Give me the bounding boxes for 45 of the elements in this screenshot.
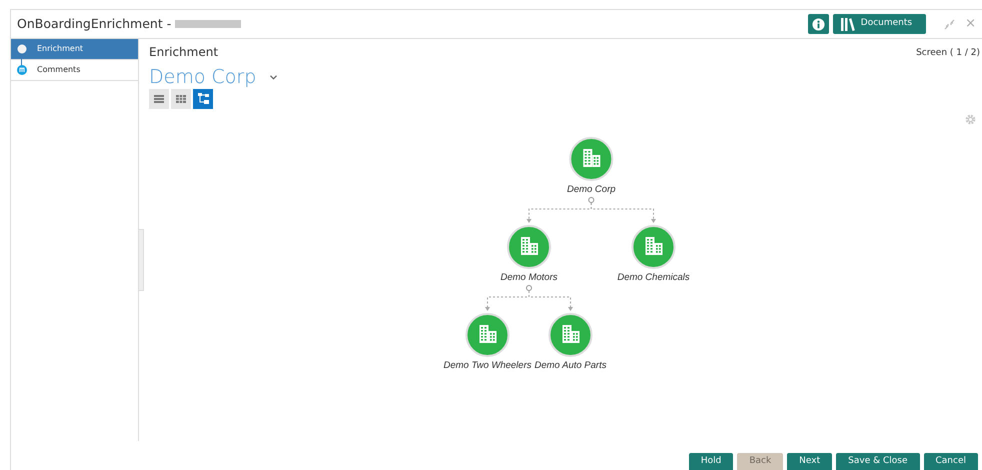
chevron-down-icon[interactable] [270, 74, 278, 80]
building-icon [583, 149, 600, 167]
entity-name: Demo Corp [149, 67, 256, 88]
footer-button[interactable]: Next [787, 453, 832, 470]
node-label: Demo Motors [500, 272, 558, 283]
library-icon [840, 18, 855, 30]
sidebar-item[interactable]: Enrichment [11, 39, 138, 60]
documents-button[interactable]: Documents [832, 14, 926, 34]
sidebar-item[interactable]: Comments [11, 60, 138, 81]
company-node[interactable] [632, 225, 676, 269]
node-label: Demo Corp [566, 184, 616, 195]
step-dot-icon [17, 44, 27, 54]
info-button[interactable] [808, 14, 829, 34]
minimize-icon[interactable] [944, 18, 956, 30]
node-label: Demo Auto Parts [534, 360, 606, 371]
view-toggle[interactable] [193, 88, 213, 109]
node-label: Demo Chemicals [617, 272, 690, 283]
list-icon [154, 94, 164, 103]
section-title: Enrichment [149, 44, 218, 61]
building-icon [562, 325, 580, 343]
footer-button[interactable]: Cancel [924, 453, 978, 470]
screen-counter: Screen ( 1 / 2) [916, 47, 980, 60]
company-node[interactable] [569, 137, 614, 181]
collapse-handle[interactable] [526, 285, 532, 291]
window-title: OnBoardingEnrichment - [17, 14, 172, 33]
view-toggle[interactable] [171, 88, 191, 109]
footer-button[interactable]: Hold [688, 453, 734, 470]
footer-button[interactable]: Save & Close [836, 453, 920, 470]
collapse-handle[interactable] [588, 197, 594, 203]
company-node[interactable] [466, 313, 510, 357]
hierarchy-icon [198, 93, 208, 104]
view-toggle[interactable] [149, 88, 169, 109]
in-progress-step-icon [17, 65, 27, 75]
settings-icon[interactable] [965, 114, 976, 125]
building-icon [480, 325, 496, 343]
company-node[interactable] [548, 313, 592, 357]
company-node[interactable] [507, 225, 551, 269]
grid-icon [176, 94, 186, 103]
connector-arrow [528, 290, 573, 311]
info-icon [812, 18, 825, 30]
node-label: Demo Two Wheelers [444, 360, 532, 371]
connector-arrow [590, 202, 656, 223]
building-icon [646, 237, 662, 255]
splitter-handle[interactable] [139, 229, 144, 291]
building-icon [521, 237, 538, 255]
